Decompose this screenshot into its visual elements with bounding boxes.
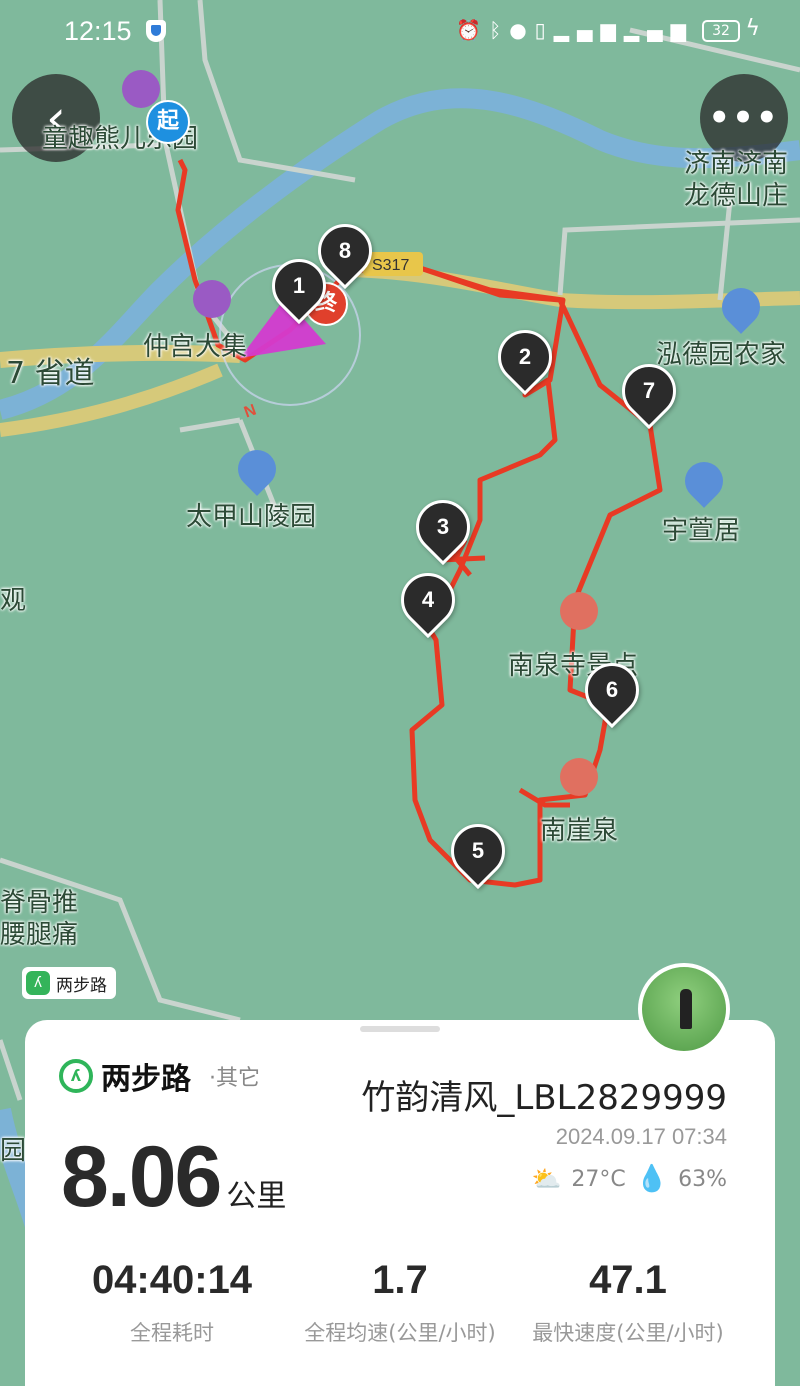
humidity: 63% [678,1166,727,1192]
start-marker[interactable]: 起 [146,100,190,144]
stat-value: 1.7 [372,1258,428,1302]
map-label-taijia: 太甲山陵园 [186,502,317,532]
status-bar: 12:15 ⏰ᛒ●▯▂▄▆▂▄▆ 32 ϟ [0,12,800,52]
brand-name: 两步路 [101,1062,191,1097]
alarm-icon: ⏰ [456,18,490,42]
temple-poi-icon[interactable] [560,592,598,630]
brand-logo-icon: ʎ [26,971,50,995]
bluetooth-icon: ᛒ [489,18,510,42]
battery-icon: 32 [702,20,740,42]
temperature: 27°C [571,1166,626,1192]
status-icons: ⏰ᛒ●▯▂▄▆▂▄▆ [456,18,694,42]
stat-label: 全程耗时 [130,1321,214,1345]
signal-4g-icon: ▂▄▆ [553,18,624,42]
brand-mini-label: 两步路 [56,975,107,996]
market-poi-icon[interactable] [193,280,231,318]
humidity-icon: 💧 [635,1164,669,1194]
distance-value: 8.06 [61,1129,222,1225]
stat-value: 47.1 [589,1258,667,1302]
map-watermark: ʎ 两步路 [22,967,116,999]
distance-block: 8.06 公里 [61,1128,286,1227]
map-label-hongde: 泓德园农家 [656,340,787,370]
charging-icon: ϟ [745,16,760,41]
stat-label: 全程均速(公里/小时) [304,1321,496,1345]
map-label-left-1: 观 [0,586,27,616]
drag-handle[interactable] [360,1026,440,1032]
partly-cloudy-icon: ⛅ [531,1165,562,1193]
track-summary-card[interactable]: ʎ 两步路 ·其它 竹韵清风_LBL2829999 2024.09.17 07:… [25,1020,775,1386]
brand-header: ʎ 两步路 ·其它 [59,1054,260,1098]
shield-icon [146,20,166,42]
activity-category: ·其它 [209,1066,260,1091]
stat-value: 04:40:14 [91,1258,253,1302]
weather-info: ⛅ 27°C 💧 63% [531,1164,727,1194]
stat-duration: 04:40:14 全程耗时 [47,1258,297,1347]
status-time: 12:15 [64,16,132,46]
user-name: 竹韵清风_LBL2829999 [361,1078,727,1118]
route-number-label: S317 [372,257,409,274]
map-label-yuxuan: 宇萱居 [662,516,741,546]
vibrate-icon: ▯ [534,18,554,42]
avatar-figure [680,989,692,1029]
map-label-longde: 龙德山庄 [684,181,789,211]
stat-max-speed: 47.1 最快速度(公里/小时) [503,1258,753,1347]
map-label-left-3: 腰腿痛 [0,920,79,950]
track-datetime: 2024.09.17 07:34 [555,1124,727,1149]
stat-avg-speed: 1.7 全程均速(公里/小时) [275,1258,525,1347]
distance-unit: 公里 [226,1179,287,1214]
signal-4g-icon: ▂▄▆ [623,18,694,42]
brand-logo-icon: ʎ [59,1059,93,1093]
map-label-road: 7 省道 [6,356,95,391]
map-label-zhonggong: 仲宫大集 [143,332,248,362]
location-icon: ● [509,18,535,42]
park-poi-icon[interactable] [122,70,160,108]
spring-poi-icon[interactable] [560,758,598,796]
map-label-left-4: 园 [0,1136,27,1166]
stat-label: 最快速度(公里/小时) [532,1321,724,1345]
more-dots-icon: ••• [708,98,780,138]
map-label-nanya: 南崖泉 [540,816,619,846]
user-avatar[interactable] [638,963,730,1055]
